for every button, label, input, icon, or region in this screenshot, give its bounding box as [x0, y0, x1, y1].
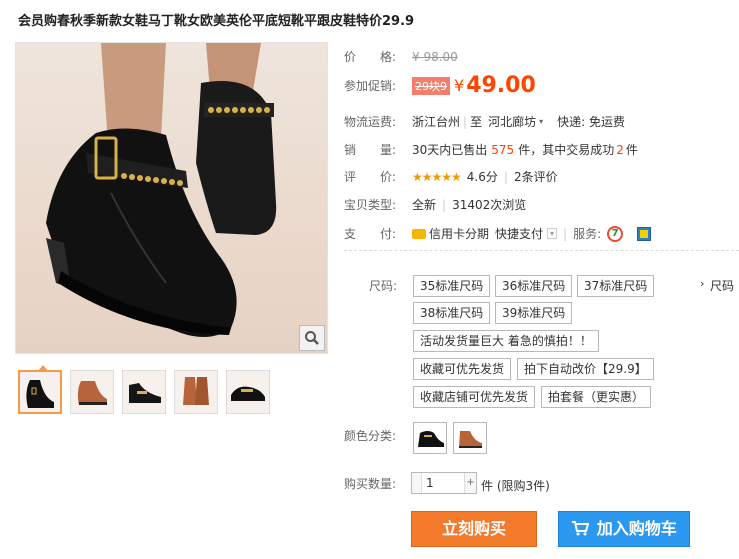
add-to-cart-label: 加入购物车 — [596, 519, 677, 538]
shipping-origin: 浙江台州 — [412, 115, 461, 129]
rating-stars: ★★★★★ — [412, 169, 462, 184]
quantity-decrease-button[interactable] — [412, 473, 422, 493]
size-note-bundle[interactable]: 拍套餐（更实惠） — [541, 386, 652, 408]
thumb-boot-side — [129, 383, 161, 403]
thumb-black-boot — [26, 380, 54, 408]
guarantee-icon[interactable] — [637, 226, 652, 241]
destination-dropdown-icon[interactable]: ▾ — [539, 117, 543, 126]
active-thumb-caret — [38, 365, 48, 371]
payment-row: 支 付: 信用卡分期 快捷支付 ▾ | 服务: 7 — [344, 225, 652, 242]
shipping-row: 物流运费: 浙江台州 | 至 河北廊坊 ▾ 快递: 免运费 — [344, 113, 625, 130]
thumbnail-2[interactable] — [70, 370, 114, 414]
promo-label: 参加促销: — [344, 79, 397, 93]
size-option-39[interactable]: 39标准尺码 — [495, 302, 573, 324]
rating-row: 评 价: ★★★★★ 4.6分 | 2条评价 — [344, 168, 558, 185]
rating-label: 评 价: — [344, 170, 397, 184]
size-note-favorite-priority[interactable]: 收藏可优先发货 — [413, 358, 512, 380]
sales-prefix: 30天内已售出 — [412, 143, 488, 157]
credit-installment-link[interactable]: 信用卡分期 — [429, 225, 489, 242]
zoom-button[interactable] — [299, 325, 325, 351]
info-divider — [344, 250, 739, 251]
item-condition: 全新 — [412, 198, 437, 212]
current-price: 49.00 — [466, 73, 536, 98]
quick-pay-dropdown-icon[interactable]: ▾ — [547, 228, 558, 239]
quantity-input[interactable] — [422, 473, 464, 493]
quantity-stepper: + — [411, 472, 477, 494]
sales-row: 销 量: 30天内已售出 575 件，其中交易成功 2 件 — [344, 141, 638, 158]
view-count: 31402次浏览 — [452, 198, 527, 212]
service-label: 服务: — [573, 227, 602, 241]
item-type-row: 宝贝类型: 全新 | 31402次浏览 — [344, 197, 527, 213]
thumbnail-strip — [18, 365, 270, 414]
review-count-link[interactable]: 2条评价 — [514, 168, 558, 185]
shipping-destination[interactable]: 河北廊坊 — [488, 113, 536, 130]
currency-symbol: ¥ — [454, 76, 465, 95]
sales-count: 575 — [491, 142, 515, 157]
size-label: 尺码: — [369, 279, 398, 293]
size-option-38[interactable]: 38标准尺码 — [413, 302, 491, 324]
buy-now-button[interactable]: 立刻购买 — [411, 511, 537, 547]
size-note-shipping-warning[interactable]: 活动发货量巨大 着急的慎拍！！ — [413, 330, 599, 352]
price-label: 价 格: — [344, 50, 397, 64]
quick-pay[interactable]: 快捷支付 — [495, 225, 543, 242]
size-option-35[interactable]: 35标准尺码 — [413, 275, 491, 297]
promo-badge: 29块9 — [412, 76, 450, 95]
size-note-store-favorite[interactable]: 收藏店铺可优先发货 — [413, 386, 536, 408]
seven-day-return-icon[interactable]: 7 — [607, 225, 624, 242]
thumb-boot-pair — [183, 377, 209, 405]
item-type-label: 宝贝类型: — [344, 198, 397, 212]
magnifier-icon — [305, 331, 319, 345]
thumbnail-3[interactable] — [122, 370, 166, 414]
cart-icon — [572, 521, 590, 536]
color-label: 颜色分类: — [344, 429, 397, 443]
promo-row: 参加促销: 29块9 ¥ 49.00 — [344, 73, 536, 98]
main-product-image[interactable] — [15, 42, 328, 354]
quantity-limit: 件 (限购3件) — [481, 479, 550, 493]
shipping-label: 物流运费: — [344, 115, 397, 129]
quantity-increase-button[interactable]: + — [464, 473, 476, 493]
add-to-cart-button[interactable]: 加入购物车 — [558, 511, 690, 547]
thumbnail-1[interactable] — [18, 365, 62, 414]
rating-score: 4.6分 — [466, 170, 498, 184]
size-option-36[interactable]: 36标准尺码 — [495, 275, 573, 297]
quantity-label: 购买数量: — [344, 477, 397, 491]
shipping-to: 至 — [470, 115, 483, 129]
sales-label: 销 量: — [344, 143, 397, 157]
shipping-fee: 快递: 免运费 — [557, 115, 625, 129]
sales-success: 2 — [616, 142, 624, 157]
thumb-brown-boot — [77, 381, 107, 405]
size-overflow-arrow: › — [700, 277, 705, 290]
size-option-37[interactable]: 37标准尺码 — [577, 275, 655, 297]
brown-boot-swatch — [459, 431, 482, 448]
size-note-auto-price[interactable]: 拍下自动改价【29.9】 — [517, 358, 654, 380]
boots-photo — [46, 43, 277, 337]
price-row: 价 格: ¥ 98.00 — [344, 48, 458, 65]
credit-card-icon — [412, 228, 426, 239]
size-overflow-label[interactable]: 尺码 — [710, 277, 734, 294]
thumb-boot-top — [231, 386, 265, 401]
black-boot-swatch — [418, 431, 444, 447]
sales-mid: 件，其中交易成功 — [518, 143, 615, 157]
thumbnail-4[interactable] — [174, 370, 218, 414]
product-title: 会员购春秋季新款女鞋马丁靴女欧美英伦平底短靴平跟皮鞋特价29.9 — [18, 14, 415, 29]
thumbnail-5[interactable] — [226, 370, 270, 414]
color-option-black[interactable] — [413, 422, 447, 454]
color-option-brown[interactable] — [453, 422, 487, 454]
payment-label: 支 付: — [344, 227, 397, 241]
original-price: ¥ 98.00 — [412, 49, 458, 64]
sales-suffix: 件 — [625, 143, 638, 157]
